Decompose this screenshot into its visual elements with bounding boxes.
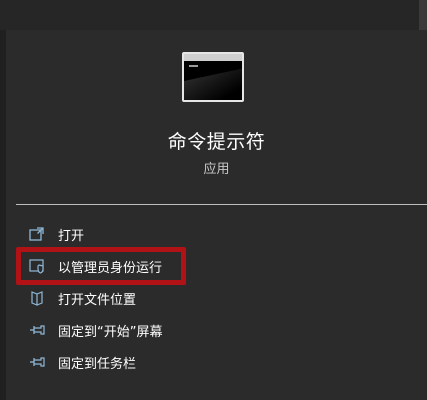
open-icon	[28, 225, 46, 243]
pin-icon	[28, 321, 46, 339]
app-title: 命令提示符	[167, 131, 266, 153]
open-file-location-icon	[28, 289, 46, 307]
icon-titlebar	[184, 54, 242, 61]
app-type-label: 应用	[203, 162, 230, 177]
icon-prompt	[189, 65, 198, 67]
menu-item-run-as-admin[interactable]: 以管理员身份运行	[6, 250, 427, 282]
app-details-panel: 命令提示符 应用 打开 以管理员身份运行 打开文件位置 固定到“开始”屏幕 固定…	[6, 30, 427, 400]
menu-item-open[interactable]: 打开	[6, 218, 427, 250]
icon-sheen	[184, 65, 242, 100]
menu-item-label: 固定到“开始”屏幕	[58, 324, 163, 340]
menu-item-label: 固定到任务栏	[58, 356, 137, 372]
menu-item-pin-to-start[interactable]: 固定到“开始”屏幕	[6, 314, 427, 346]
pin-icon	[28, 353, 46, 371]
command-prompt-icon	[182, 52, 244, 102]
scroll-edge	[419, 0, 427, 30]
menu-item-label: 以管理员身份运行	[58, 260, 163, 276]
menu-item-open-file-location[interactable]: 打开文件位置	[6, 282, 427, 314]
shield-admin-icon	[28, 257, 46, 275]
menu-item-label: 打开文件位置	[58, 292, 137, 308]
top-band	[0, 0, 427, 30]
divider	[16, 204, 427, 205]
menu-item-pin-to-taskbar[interactable]: 固定到任务栏	[6, 346, 427, 378]
menu-item-label: 打开	[58, 228, 85, 244]
context-menu: 打开 以管理员身份运行 打开文件位置 固定到“开始”屏幕 固定到任务栏	[6, 218, 427, 378]
